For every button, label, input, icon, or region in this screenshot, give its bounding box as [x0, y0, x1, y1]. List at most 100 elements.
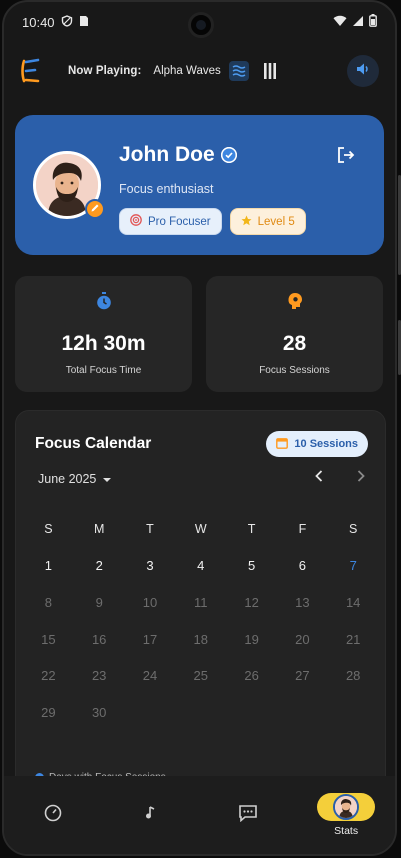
calendar-day[interactable]: 2: [74, 558, 125, 573]
calendar-grid: S M T W T F S 1 2 3 4 5 6 7 8 9 10 11 12…: [23, 511, 379, 731]
nav-label-stats: Stats: [334, 825, 359, 837]
calendar-week-row: 1 2 3 4 5 6 7: [23, 548, 379, 585]
weekday-label: T: [146, 522, 154, 537]
badge-label: Pro Focuser: [148, 215, 211, 228]
calendar-week-row: 15 16 17 18 19 20 21: [23, 621, 379, 658]
sessions-count: 10 Sessions: [294, 438, 358, 450]
volume-button[interactable]: [347, 55, 379, 87]
chat-icon: [238, 804, 258, 827]
calendar-day[interactable]: 18: [175, 632, 226, 647]
shield-status-icon: [61, 14, 73, 30]
stats-active-pill: [317, 793, 376, 821]
equalizer-bars-icon[interactable]: [263, 63, 277, 79]
profile-card: John Doe Focus enthusiast Pro Focuser Le…: [15, 115, 384, 255]
nav-item-timer[interactable]: [4, 776, 102, 854]
logout-icon[interactable]: [336, 145, 356, 165]
calendar-day[interactable]: 25: [175, 668, 226, 683]
calendar-day[interactable]: 24: [125, 668, 176, 683]
weekday-label: F: [298, 522, 307, 537]
total-focus-time-card: 12h 30m Total Focus Time: [15, 276, 192, 392]
calendar-day[interactable]: 3: [125, 558, 176, 573]
previous-month-button[interactable]: [311, 470, 327, 486]
star-icon: [241, 215, 252, 229]
phone-frame: 10:40 Now Playing: Alpha Waves John Doe …: [2, 0, 397, 856]
profile-avatar-small: [333, 794, 360, 820]
calendar-day[interactable]: 10: [125, 595, 176, 610]
calendar-day[interactable]: 12: [226, 595, 277, 610]
verified-icon: [220, 147, 237, 163]
nav-item-chat[interactable]: [200, 776, 298, 854]
weekday-label: T: [247, 522, 256, 537]
now-playing-track: Alpha Waves: [153, 65, 221, 77]
calendar-day[interactable]: 13: [277, 595, 328, 610]
music-note-icon: [145, 805, 157, 825]
stat-label: Focus Sessions: [259, 365, 330, 376]
timer-icon: [44, 804, 62, 827]
profile-avatar-wrap[interactable]: [33, 151, 105, 219]
battery-icon: [369, 14, 377, 30]
nav-item-music[interactable]: [102, 776, 200, 854]
calendar-day[interactable]: 14: [328, 595, 379, 610]
calendar-week-row: 29 30: [23, 694, 379, 731]
pencil-icon: [90, 200, 100, 218]
calendar-day-today[interactable]: 7: [328, 558, 379, 573]
edit-avatar-button[interactable]: [85, 199, 105, 219]
volume-icon: [356, 62, 370, 81]
stat-label: Total Focus Time: [65, 365, 142, 376]
stat-value: 28: [282, 332, 307, 355]
target-icon: [130, 214, 142, 229]
calendar-day[interactable]: 15: [23, 632, 74, 647]
calendar-title: Focus Calendar: [35, 435, 152, 452]
calendar-day[interactable]: 19: [226, 632, 277, 647]
brain-head-icon: [206, 292, 383, 310]
next-month-button[interactable]: [353, 470, 369, 486]
waves-icon[interactable]: [228, 61, 249, 81]
stat-value: 12h 30m: [61, 332, 146, 355]
camera-cutout: [188, 12, 214, 38]
profile-badges: Pro Focuser Level 5: [119, 208, 306, 235]
sessions-count-chip[interactable]: 10 Sessions: [266, 431, 368, 457]
wifi-icon: [333, 15, 347, 30]
nav-item-stats[interactable]: Stats: [297, 776, 395, 854]
weekday-label: M: [93, 522, 105, 537]
stopwatch-icon: [15, 292, 192, 310]
calendar-day[interactable]: 4: [175, 558, 226, 573]
calendar-day[interactable]: 17: [125, 632, 176, 647]
calendar-day[interactable]: 20: [277, 632, 328, 647]
calendar-day[interactable]: 30: [74, 705, 125, 720]
calendar-day[interactable]: 11: [175, 595, 226, 610]
cellular-signal-icon: [352, 15, 364, 30]
profile-name: John Doe: [119, 143, 215, 166]
level-badge: Level 5: [229, 208, 306, 235]
weekday-label: S: [44, 522, 53, 537]
month-label: June 2025: [38, 472, 97, 486]
badge-label: Level 5: [257, 215, 295, 228]
calendar-day[interactable]: 29: [23, 705, 74, 720]
calendar-week-row: 22 23 24 25 26 27 28: [23, 657, 379, 694]
status-time: 10:40: [22, 14, 55, 30]
focus-sessions-card: 28 Focus Sessions: [206, 276, 383, 392]
calendar-day[interactable]: 6: [277, 558, 328, 573]
month-selector[interactable]: June 2025: [38, 472, 112, 486]
calendar-day[interactable]: 16: [74, 632, 125, 647]
chevron-left-icon: [315, 469, 323, 487]
calendar-day[interactable]: 23: [74, 668, 125, 683]
weekday-header-row: S M T W T F S: [23, 511, 379, 548]
calendar-day[interactable]: 26: [226, 668, 277, 683]
calendar-icon: [276, 437, 289, 452]
chevron-down-icon: [102, 472, 112, 486]
calendar-day[interactable]: 22: [23, 668, 74, 683]
profile-tagline: Focus enthusiast: [119, 182, 214, 196]
focus-calendar: Focus Calendar 10 Sessions June 2025 S M…: [15, 410, 386, 790]
calendar-week-row: 8 9 10 11 12 13 14: [23, 584, 379, 621]
calendar-day[interactable]: 8: [23, 595, 74, 610]
calendar-day[interactable]: 21: [328, 632, 379, 647]
app-logo[interactable]: [18, 56, 44, 86]
calendar-day[interactable]: 5: [226, 558, 277, 573]
bottom-navigation: Stats: [4, 776, 395, 854]
calendar-day[interactable]: 1: [23, 558, 74, 573]
calendar-day[interactable]: 9: [74, 595, 125, 610]
calendar-day[interactable]: 28: [328, 668, 379, 683]
calendar-day[interactable]: 27: [277, 668, 328, 683]
sim-card-icon: [79, 15, 89, 30]
